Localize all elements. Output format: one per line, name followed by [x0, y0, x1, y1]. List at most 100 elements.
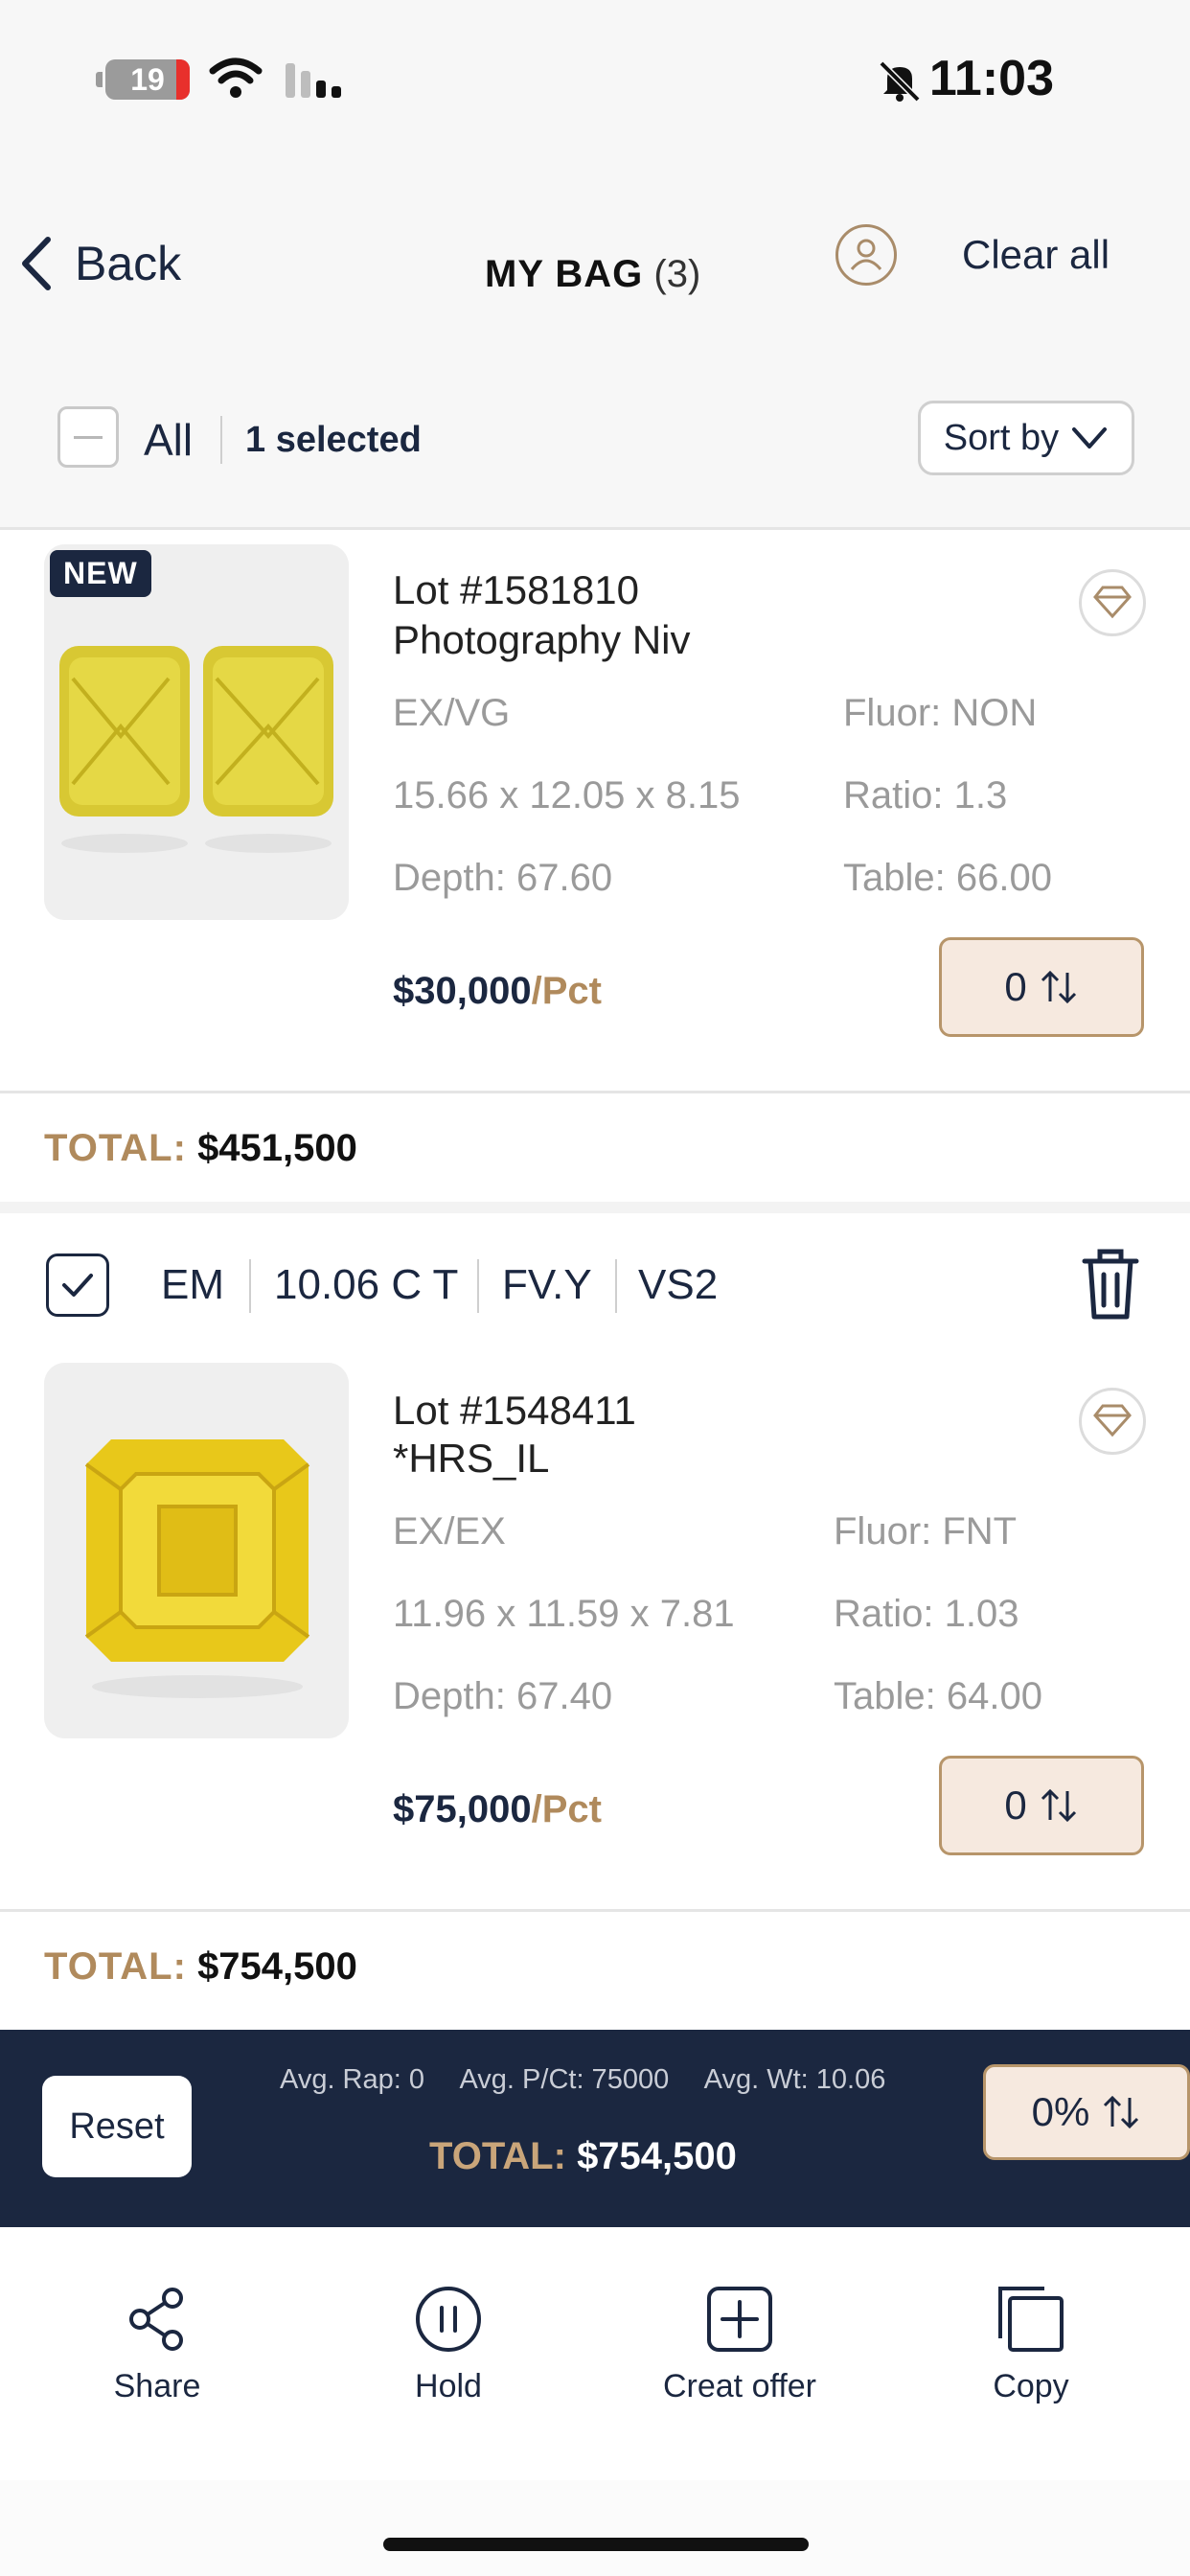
ratio: Ratio: 1.3 [843, 774, 1008, 816]
total-label: TOTAL: [44, 1127, 187, 1169]
item-checkbox[interactable] [46, 1254, 109, 1317]
share-button[interactable]: Share [52, 2285, 263, 2405]
sort-arrows-icon [1041, 970, 1076, 1004]
sort-label: Sort by [943, 417, 1060, 458]
clarity: VS2 [638, 1261, 719, 1308]
battery-indicator: 19 [96, 59, 190, 100]
user-icon [850, 239, 882, 270]
copy-icon [998, 2287, 1064, 2352]
page-title-text: MY BAG [485, 253, 644, 295]
home-indicator[interactable] [383, 2538, 809, 2551]
yellow-diamond-pair-image [44, 544, 349, 920]
back-label: Back [75, 237, 182, 290]
fluorescence: Fluor: FNT [834, 1510, 1018, 1552]
copy-label: Copy [993, 2368, 1069, 2404]
divider [249, 1259, 251, 1313]
trash-icon[interactable] [1077, 1246, 1144, 1322]
discount-stepper[interactable]: 0 [939, 1756, 1144, 1855]
diamond-icon [1093, 1404, 1132, 1438]
battery-low-indicator [176, 59, 190, 100]
total-value: $451,500 [197, 1127, 357, 1169]
cellular-signal-icon [286, 63, 341, 98]
status-time: 11:03 [928, 51, 1054, 106]
fluorescence: Fluor: NON [843, 692, 1038, 734]
price: $75,000/Pct [393, 1788, 602, 1831]
create-offer-button[interactable]: Creat offer [634, 2285, 845, 2405]
price-unit: /Pct [531, 1788, 602, 1830]
cut-polish: EX/VG [393, 692, 511, 734]
discount-stepper[interactable]: 0 [939, 937, 1144, 1037]
divider [0, 527, 1190, 530]
sort-arrows-icon [1041, 1788, 1076, 1823]
price: $30,000/Pct [393, 970, 602, 1013]
copy-button[interactable]: Copy [926, 2285, 1136, 2405]
diamond-button[interactable] [1079, 1388, 1146, 1455]
sort-button[interactable]: Sort by [918, 401, 1134, 475]
hold-button[interactable]: Hold [343, 2285, 554, 2405]
select-all-label: All [144, 415, 194, 465]
grand-total: TOTAL: $754,500 [429, 2135, 737, 2178]
price-value: $30,000 [393, 970, 532, 1012]
summary-bar: Reset Avg. Rap: 0 Avg. P/Ct: 75000 Avg. … [0, 2030, 1190, 2227]
sort-arrows-icon [1104, 2095, 1139, 2129]
shape: EM [161, 1261, 224, 1308]
action-bar: Share Hold Creat offer Copy [0, 2227, 1190, 2480]
diamond-button[interactable] [1079, 569, 1146, 636]
yellow-diamond-image [44, 1363, 349, 1738]
home-indicator-area [0, 2480, 1190, 2576]
item-total: TOTAL: $754,500 [44, 1945, 357, 1989]
battery-nub [96, 72, 103, 87]
item-total: TOTAL: $451,500 [44, 1127, 357, 1170]
bell-muted-icon [879, 60, 921, 103]
battery-level: 19 [130, 62, 165, 97]
back-button[interactable]: Back [19, 230, 181, 297]
lot-name: Photography Niv [393, 617, 691, 662]
select-all-checkbox[interactable] [57, 406, 119, 468]
grand-total-value: $754,500 [577, 2135, 737, 2177]
price-unit: /Pct [531, 970, 602, 1012]
divider [220, 416, 222, 464]
reset-button[interactable]: Reset [42, 2076, 192, 2177]
color-grade: FV.Y [502, 1261, 592, 1308]
check-icon [62, 1274, 93, 1297]
table: Table: 66.00 [843, 857, 1052, 899]
diamond-image[interactable] [44, 1363, 349, 1738]
user-button[interactable] [835, 224, 897, 286]
pause-icon [416, 2287, 481, 2352]
hold-label: Hold [415, 2368, 482, 2404]
ratio: Ratio: 1.03 [834, 1593, 1019, 1635]
lot-number: Lot #1548411 [393, 1388, 636, 1433]
status-bar: 19 11:03 [0, 0, 1190, 163]
lot-number: Lot #1581810 [393, 567, 639, 612]
discount-value: 0 [1004, 964, 1027, 1009]
measurements: 11.96 x 11.59 x 7.81 [393, 1593, 735, 1635]
plus-square-icon [707, 2287, 772, 2352]
depth: Depth: 67.60 [393, 857, 613, 899]
total-value: $754,500 [197, 1945, 357, 1988]
cut-polish: EX/EX [393, 1510, 506, 1552]
avg-rap: Avg. Rap: 0 [280, 2064, 425, 2095]
new-badge: NEW [50, 550, 151, 597]
avg-price-per-carat: Avg. P/Ct: 75000 [459, 2064, 670, 2095]
divider [477, 1259, 479, 1313]
price-value: $75,000 [393, 1788, 532, 1830]
carat: 10.06 C T [274, 1261, 459, 1308]
selected-count: 1 selected [245, 420, 422, 460]
nav-bar: Back MY BAG (3) Clear all [0, 211, 1190, 316]
clear-all-button[interactable]: Clear all [962, 232, 1110, 278]
page-title: MY BAG (3) [485, 253, 700, 296]
total-label: TOTAL: [44, 1945, 187, 1988]
divider [0, 1909, 1190, 1912]
chevron-left-icon [22, 237, 51, 290]
depth: Depth: 67.40 [393, 1675, 613, 1717]
divider [0, 1202, 1190, 1213]
diamond-icon [1093, 586, 1132, 619]
diamond-image[interactable]: NEW [44, 544, 349, 920]
wifi-icon [209, 58, 263, 98]
grand-total-label: TOTAL: [429, 2135, 566, 2177]
table: Table: 64.00 [834, 1675, 1042, 1717]
bag-count: (3) [653, 253, 701, 295]
avg-weight: Avg. Wt: 10.06 [703, 2064, 886, 2095]
discount-percent-button[interactable]: 0% [983, 2064, 1190, 2160]
selection-bar: All 1 selected Sort by [0, 391, 1190, 487]
